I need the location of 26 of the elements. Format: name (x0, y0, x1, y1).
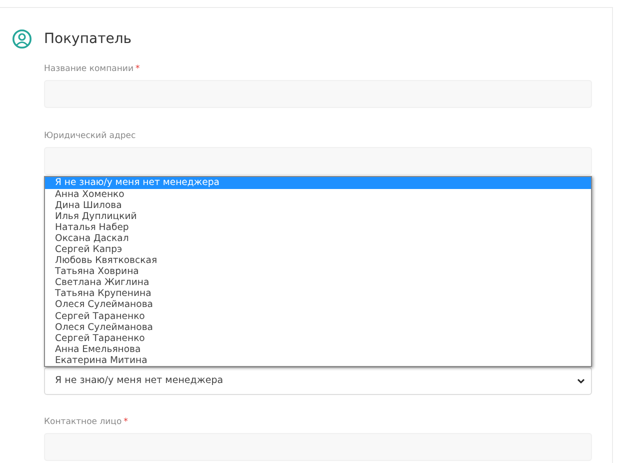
dropdown-option[interactable]: Олеся Сулейманова (45, 322, 591, 333)
dropdown-option[interactable]: Анна Хоменко (45, 188, 591, 200)
input-field[interactable] (44, 147, 592, 175)
dropdown-option[interactable]: Екатерина Митина (45, 354, 591, 366)
manager-select[interactable]: Я не знаю/у меня нет менеджера (44, 367, 592, 395)
dropdown-option[interactable]: Татьяна Ховрина (45, 266, 591, 278)
dropdown-option[interactable]: Дина Шилова (45, 200, 591, 211)
field-label: Юридический адрес (44, 130, 136, 142)
field-label: Название компании (44, 63, 134, 75)
dropdown-option[interactable]: Олеся Сулейманова (45, 299, 591, 311)
section-title: Покупатель (44, 30, 132, 48)
dropdown-option[interactable]: Любовь Квятковская (45, 255, 591, 266)
user-icon (12, 29, 32, 49)
field-label: Контактное лицо (44, 416, 122, 428)
dropdown-option[interactable]: Светлана Жиглина (45, 277, 591, 288)
dropdown-option[interactable]: Сергей Тараненко (45, 332, 591, 344)
required-mark: * (135, 63, 140, 75)
dropdown-option[interactable]: Наталья Набер (45, 222, 591, 233)
dropdown-option[interactable]: Татьяна Крупенина (45, 288, 591, 300)
chevron-down-icon (577, 378, 585, 384)
dropdown-option[interactable]: Сергей Капрэ (45, 244, 591, 256)
dropdown-option[interactable]: Илья Дуплицкий (45, 210, 591, 222)
dropdown-option[interactable]: Оксана Даскал (45, 232, 591, 244)
dropdown-option[interactable]: Сергей Тараненко (45, 310, 591, 322)
dropdown-option[interactable]: Анна Емельянова (45, 344, 591, 355)
required-mark: * (124, 416, 128, 428)
